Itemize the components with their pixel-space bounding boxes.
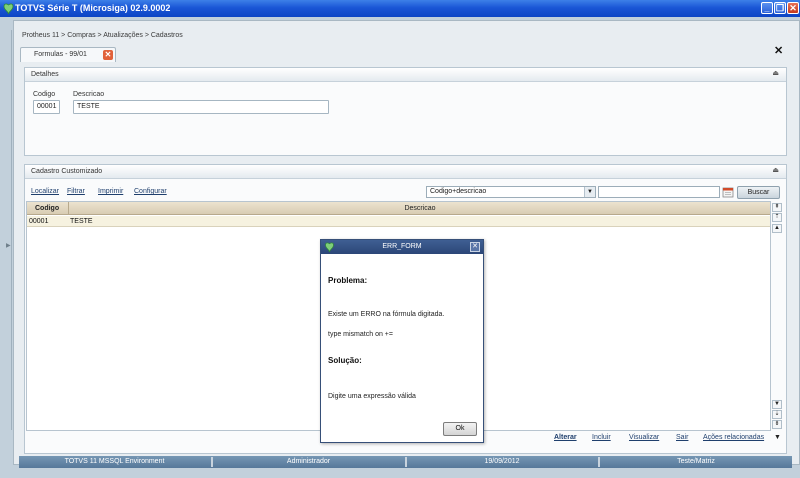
prev-page-button[interactable]: ⇡ xyxy=(772,213,782,222)
dialog-close-icon[interactable]: ✕ xyxy=(470,242,480,252)
window-close-button[interactable]: ✕ xyxy=(787,2,799,14)
next-page-button[interactable]: ⇣ xyxy=(772,410,782,419)
codigo-label: Codigo xyxy=(33,91,56,98)
expand-arrow-icon[interactable]: ▶ xyxy=(6,242,11,249)
ok-button[interactable]: Ok xyxy=(443,422,477,436)
localizar-link[interactable]: Localizar xyxy=(31,188,59,195)
collapse-icon[interactable]: ⏏ xyxy=(772,69,779,77)
solucao-heading: Solução: xyxy=(328,356,362,365)
tab-close-icon[interactable]: ✕ xyxy=(103,50,113,60)
problema-detail: type mismatch on += xyxy=(328,331,393,338)
close-routine-icon[interactable]: ✕ xyxy=(774,44,783,57)
more-actions-icon[interactable]: ▼ xyxy=(774,434,781,441)
configurar-link[interactable]: Configurar xyxy=(134,188,167,195)
cell-codigo: 00001 xyxy=(29,218,49,225)
status-environment: TOTVS 11 MSSQL Environment xyxy=(64,458,165,465)
status-bar: TOTVS 11 MSSQL Environment Administrador… xyxy=(19,456,792,468)
window-titlebar: TOTVS Série T (Microsiga) 02.9.0002 _ ❐ … xyxy=(0,0,800,17)
sair-link[interactable]: Sair xyxy=(676,434,688,441)
cadastro-header: Cadastro Customizado ⏏ xyxy=(25,165,786,179)
descricao-label: Descricao xyxy=(73,91,105,98)
problema-text: Existe um ERRO na fórmula digitada. xyxy=(328,311,445,318)
window-title: TOTVS Série T (Microsiga) 02.9.0002 xyxy=(15,3,171,13)
status-company: Teste/Matriz xyxy=(677,458,715,465)
solucao-text: Digite uma expressão válida xyxy=(328,393,416,400)
codigo-field[interactable]: 00001 xyxy=(33,100,60,114)
cell-descricao: TESTE xyxy=(70,218,93,225)
ordem-value: Codigo+descricao xyxy=(430,188,487,195)
incluir-link[interactable]: Incluir xyxy=(592,434,611,441)
detalhes-title: Detalhes xyxy=(31,71,59,78)
ordem-select[interactable]: Codigo+descricao ▼ xyxy=(426,186,596,198)
buscar-button[interactable]: Buscar xyxy=(737,186,780,199)
last-record-button[interactable]: ⇟ xyxy=(772,420,782,429)
tab-formulas[interactable]: Formulas - 99/01 ✕ xyxy=(20,47,116,62)
visualizar-link[interactable]: Visualizar xyxy=(629,434,659,441)
restore-button[interactable]: ❐ xyxy=(774,2,786,14)
totvs-logo-icon xyxy=(3,3,14,15)
column-header-codigo[interactable]: Codigo xyxy=(35,202,59,215)
first-record-button[interactable]: ⇞ xyxy=(772,203,782,212)
status-user: Administrador xyxy=(286,458,331,465)
chevron-down-icon[interactable]: ▼ xyxy=(584,187,595,197)
calendar-icon[interactable] xyxy=(722,186,734,198)
status-date: 19/09/2012 xyxy=(484,458,520,465)
detalhes-header: Detalhes ⏏ xyxy=(25,68,786,82)
cadastro-title: Cadastro Customizado xyxy=(31,168,103,175)
imprimir-link[interactable]: Imprimir xyxy=(98,188,123,195)
column-header-descricao[interactable]: Descricao xyxy=(69,202,771,215)
problema-heading: Problema: xyxy=(328,276,368,285)
dialog-header: ERR_FORM ✕ xyxy=(321,240,483,254)
descricao-field[interactable]: TESTE xyxy=(73,100,329,114)
alterar-link[interactable]: Alterar xyxy=(554,434,577,441)
minimize-button[interactable]: _ xyxy=(761,2,773,14)
grid-header: Codigo Descricao xyxy=(27,202,770,215)
acoes-relacionadas-link[interactable]: Ações relacionadas xyxy=(703,434,764,441)
error-dialog: ERR_FORM ✕ Problema: Existe um ERRO na f… xyxy=(320,239,484,443)
tab-label: Formulas - 99/01 xyxy=(34,51,87,58)
table-row[interactable]: 00001 TESTE xyxy=(27,216,770,227)
search-input[interactable] xyxy=(598,186,720,198)
breadcrumb: Protheus 11 > Compras > Atualizações > C… xyxy=(22,32,183,39)
left-side-strip[interactable]: ▶ xyxy=(4,30,12,430)
prev-record-button[interactable]: ▲ xyxy=(772,224,782,233)
filtrar-link[interactable]: Filtrar xyxy=(67,188,85,195)
collapse-icon[interactable]: ⏏ xyxy=(772,166,779,174)
dialog-title: ERR_FORM xyxy=(382,243,422,250)
next-record-button[interactable]: ▼ xyxy=(772,400,782,409)
